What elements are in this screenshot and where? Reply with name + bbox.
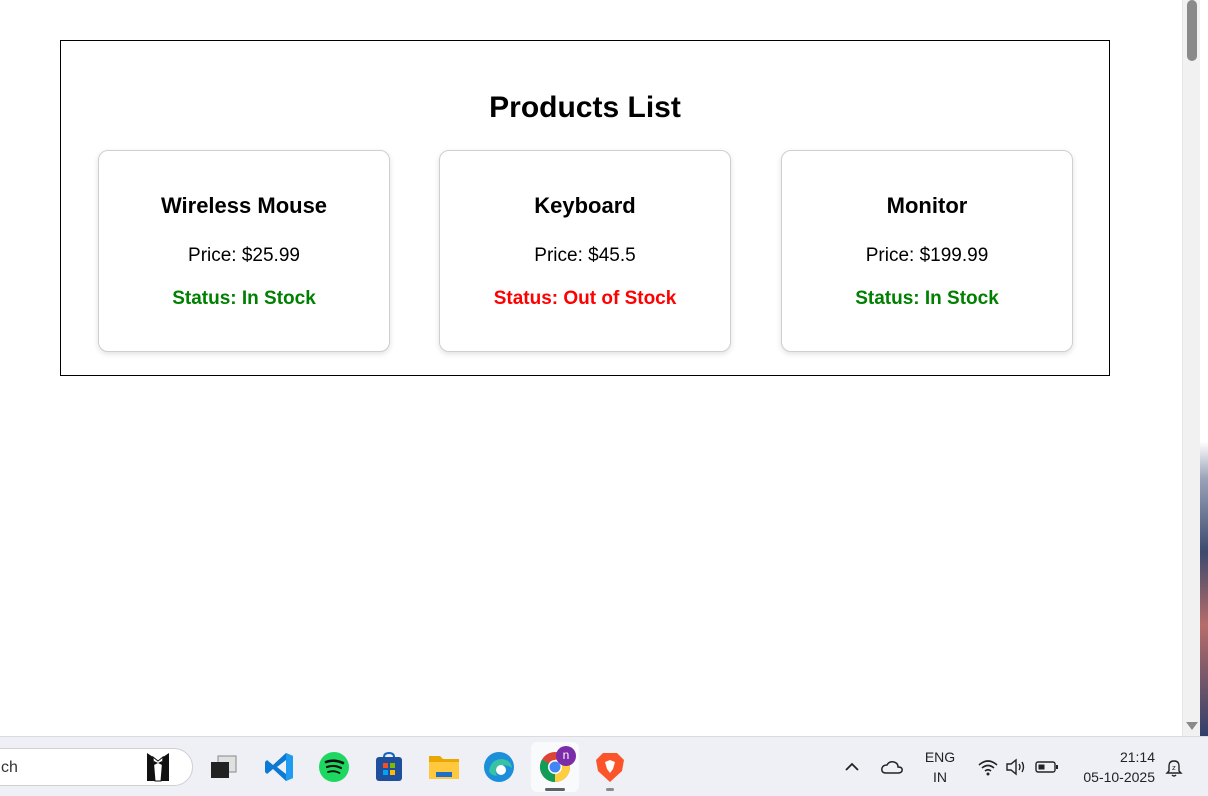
language-indicator[interactable]: ENG xyxy=(920,749,960,765)
region-indicator[interactable]: IN xyxy=(920,769,960,785)
product-name: Keyboard xyxy=(534,193,636,218)
volume-icon[interactable] xyxy=(1000,751,1032,783)
edge-icon[interactable] xyxy=(483,751,515,783)
task-view-icon[interactable] xyxy=(208,751,240,783)
vscode-icon[interactable] xyxy=(263,751,295,783)
product-name: Wireless Mouse xyxy=(160,193,328,218)
product-status: Status: In Stock xyxy=(855,288,999,309)
product-price: Price: $199.99 xyxy=(865,245,989,266)
chevron-up-icon[interactable] xyxy=(836,751,868,783)
store-icon[interactable] xyxy=(373,751,405,783)
product-cards: Wireless Mouse Price: $25.99 Status: In … xyxy=(98,150,1073,352)
clock-time[interactable]: 21:14 xyxy=(1100,749,1155,765)
svg-text:z: z xyxy=(1172,764,1176,772)
tuxedo-app-icon[interactable] xyxy=(142,751,174,783)
product-status: Status: In Stock xyxy=(172,288,316,309)
search-text: ch xyxy=(1,759,18,776)
chrome-notification-badge: n xyxy=(556,746,576,766)
product-status: Status: Out of Stock xyxy=(493,288,677,309)
product-price: Price: $45.5 xyxy=(534,245,636,266)
brave-running-indicator xyxy=(606,788,614,791)
vertical-scrollbar[interactable] xyxy=(1182,0,1200,736)
product-price: Price: $25.99 xyxy=(188,245,300,266)
scrollbar-thumb[interactable] xyxy=(1187,0,1197,61)
product-card: Monitor Price: $199.99 Status: In Stock xyxy=(781,150,1073,352)
battery-icon[interactable] xyxy=(1031,751,1063,783)
browser-viewport: Products List Wireless Mouse Price: $25.… xyxy=(0,0,1182,736)
onedrive-cloud-icon[interactable] xyxy=(876,751,908,783)
taskbar: ch n ENG IN 21:14 05-10-2025 z xyxy=(0,736,1208,796)
page-title: Products List xyxy=(489,91,681,124)
chrome-running-indicator xyxy=(545,788,565,791)
product-card: Wireless Mouse Price: $25.99 Status: In … xyxy=(98,150,390,352)
products-container: Products List Wireless Mouse Price: $25.… xyxy=(60,40,1110,376)
brave-icon[interactable] xyxy=(594,751,626,783)
spotify-icon[interactable] xyxy=(318,751,350,783)
product-name: Monitor xyxy=(886,193,968,218)
file-explorer-icon[interactable] xyxy=(428,751,460,783)
scroll-down-arrow-icon[interactable] xyxy=(1186,722,1198,730)
desktop-wallpaper-edge xyxy=(1200,0,1208,736)
notification-bell-icon[interactable]: z xyxy=(1158,751,1190,783)
product-card: Keyboard Price: $45.5 Status: Out of Sto… xyxy=(439,150,731,352)
clock-date[interactable]: 05-10-2025 xyxy=(1070,769,1155,785)
